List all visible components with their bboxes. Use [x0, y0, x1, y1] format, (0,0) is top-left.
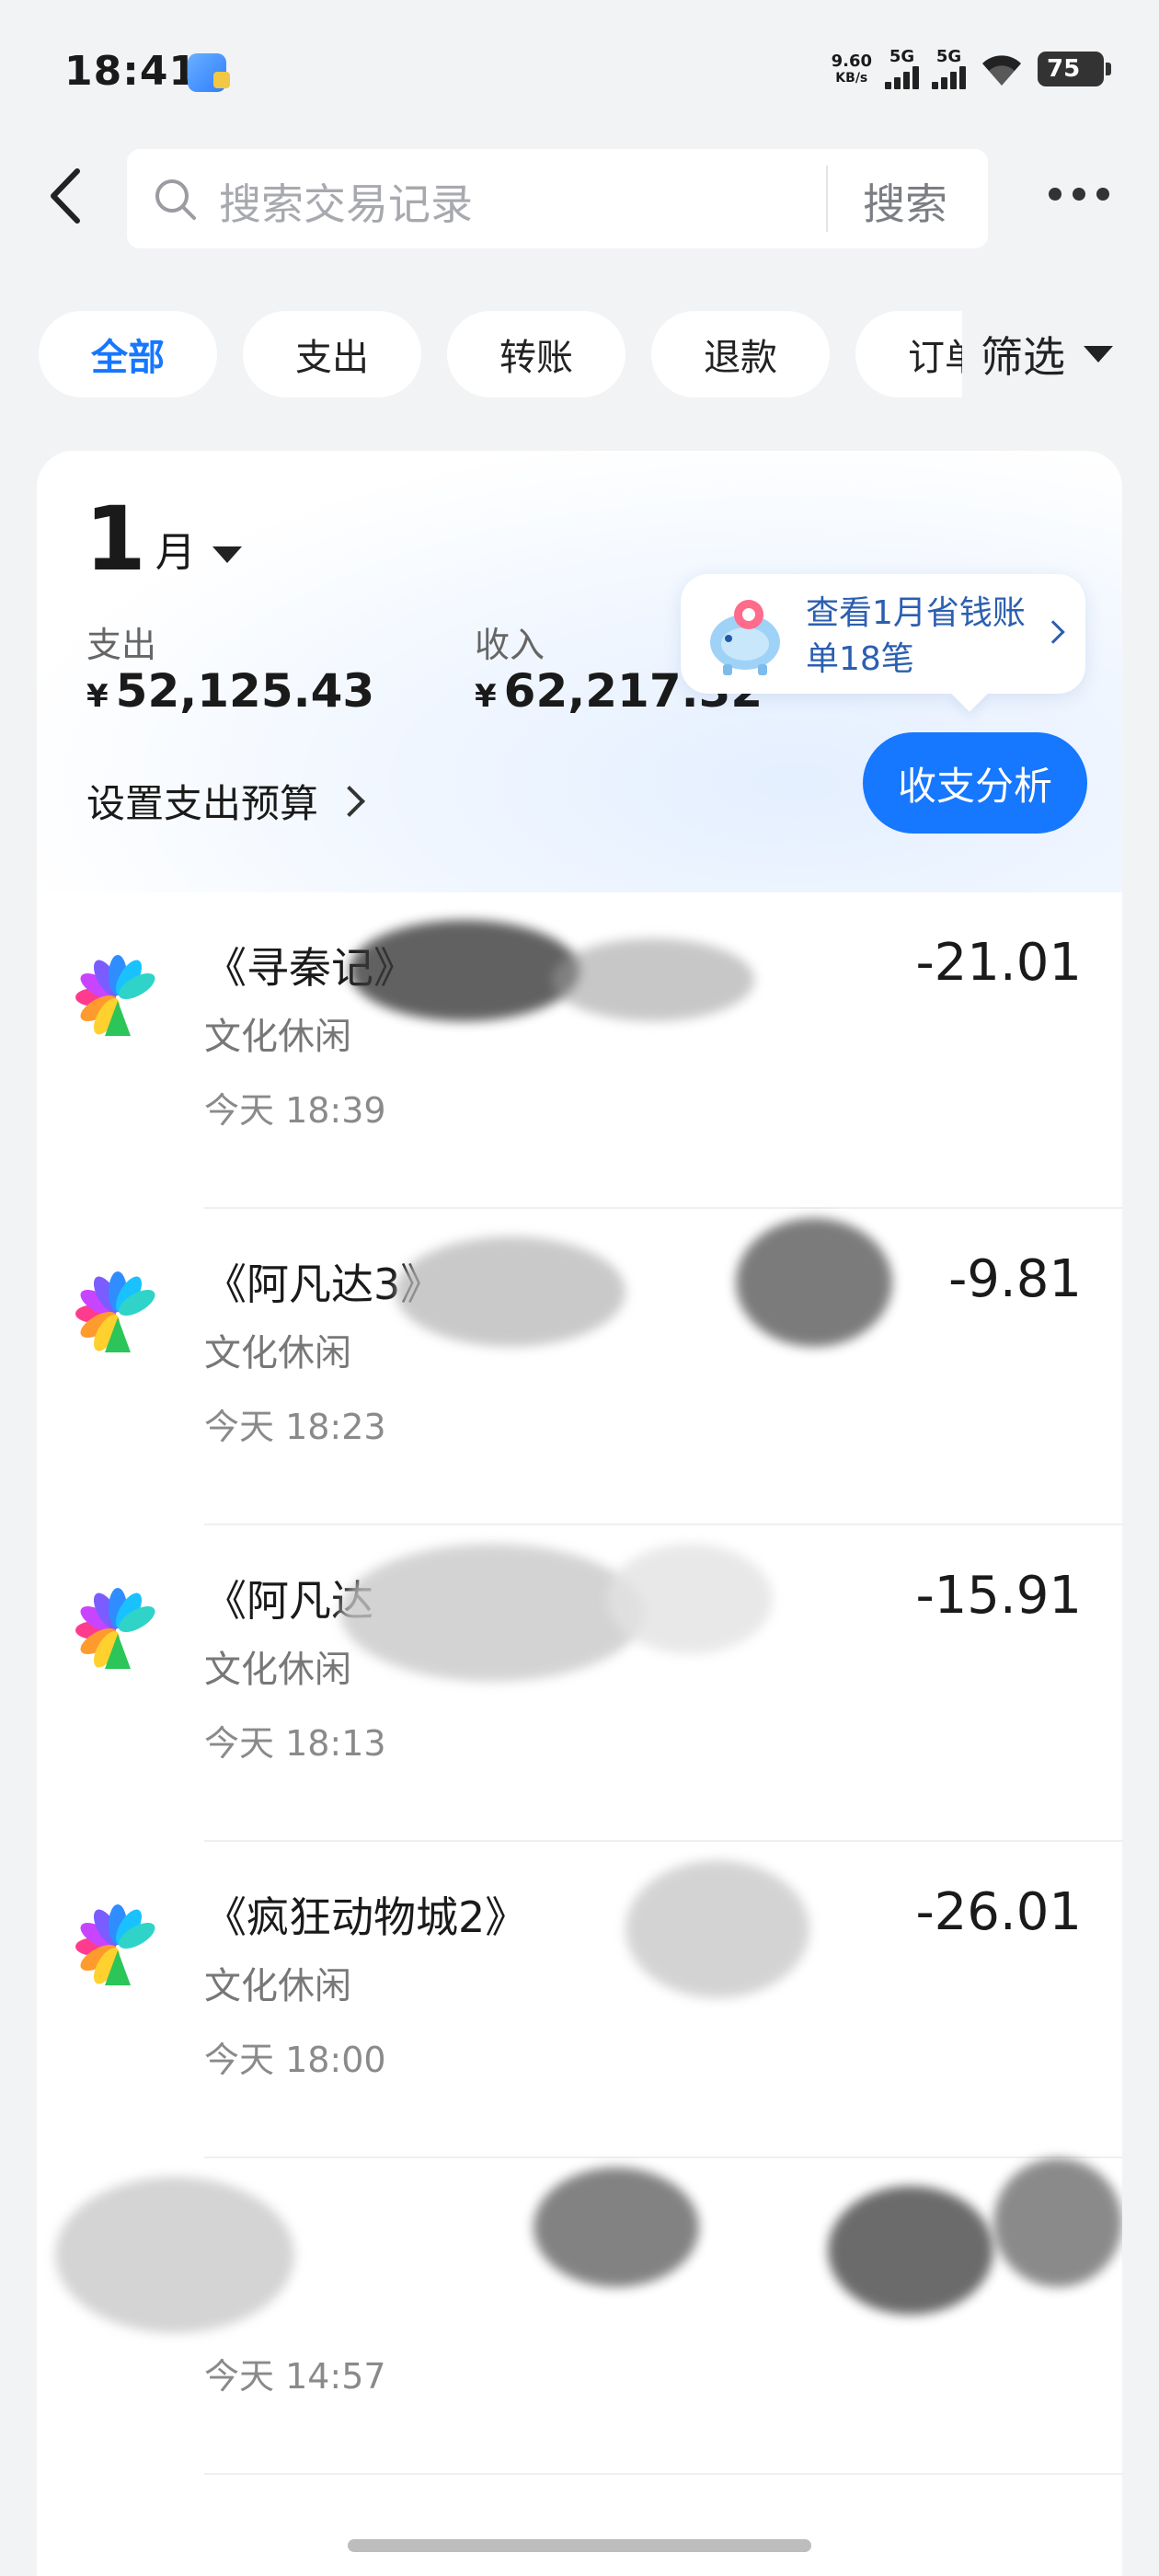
search-input[interactable]: 搜索交易记录	[219, 171, 473, 232]
income-label: 收入	[475, 625, 545, 665]
transaction-time: 今天 18:23	[204, 1407, 386, 1447]
status-icons: 9.60 KB/s 5G 5G 75	[831, 46, 1111, 92]
top-bar: 搜索交易记录 搜索	[0, 147, 1159, 248]
chevron-right-icon	[334, 785, 365, 817]
battery-icon: 75	[1038, 52, 1111, 86]
expense-total: ¥52,125.43	[86, 664, 375, 718]
more-options-icon[interactable]	[1049, 188, 1109, 201]
chip-refund[interactable]: 退款	[651, 311, 830, 397]
status-time: 18:41	[64, 48, 199, 95]
wifi-icon	[982, 55, 1021, 86]
income-expense-analysis-button[interactable]: 收支分析	[863, 732, 1087, 834]
redaction-scribble	[993, 2158, 1122, 2287]
sim1-signal-icon: 5G	[885, 49, 919, 89]
status-bar: 18:41 9.60 KB/s 5G 5G 75	[0, 0, 1159, 138]
transaction-amount: -26.01	[915, 1882, 1082, 1942]
dropdown-triangle-icon	[1084, 346, 1113, 362]
filter-chips: 全部 支出 转账 退款 订单 筛选	[0, 311, 1159, 397]
transaction-row[interactable]: 《疯狂动物城2》 文化休闲 今天 18:00 -26.01	[37, 1842, 1122, 2158]
transaction-row[interactable]: 《阿凡达 文化休闲 今天 18:13 -15.91	[37, 1525, 1122, 1842]
redaction-scribble	[552, 938, 754, 1021]
search-divider	[826, 166, 828, 232]
redaction-scribble	[340, 1544, 644, 1682]
transaction-title: 《疯狂动物城2》	[204, 1892, 528, 1942]
transaction-time: 今天 14:57	[204, 2356, 386, 2397]
redaction-scribble	[736, 1218, 892, 1347]
set-budget-link[interactable]: 设置支出预算	[86, 773, 365, 829]
transaction-amount: -9.81	[948, 1249, 1082, 1309]
transaction-category: 文化休闲	[204, 1332, 351, 1374]
filter-button[interactable]: 筛选	[962, 311, 1159, 397]
transaction-time: 今天 18:39	[204, 1090, 386, 1131]
transaction-category: 文化休闲	[204, 1649, 351, 1691]
search-bar[interactable]: 搜索交易记录 搜索	[127, 149, 988, 248]
chevron-right-icon	[1041, 620, 1065, 644]
redaction-scribble	[828, 2186, 993, 2315]
chip-expense[interactable]: 支出	[243, 311, 421, 397]
notification-app-icon	[188, 53, 230, 92]
back-arrow-icon[interactable]	[37, 164, 101, 228]
movie-ticket-app-icon	[75, 955, 155, 1036]
transaction-row[interactable]: 今天 14:57	[37, 2158, 1122, 2475]
savings-bill-promo[interactable]: 查看1月省钱账单18笔	[681, 574, 1085, 694]
movie-ticket-app-icon	[75, 1271, 155, 1352]
redaction-scribble	[350, 920, 580, 1021]
transaction-category: 文化休闲	[204, 1965, 351, 2007]
month-selector[interactable]: 1 月	[85, 495, 242, 583]
transactions-card: 1 月 支出 ¥52,125.43 收入 ¥62,217.32 查看1月省钱账单…	[37, 451, 1122, 2576]
search-icon	[155, 179, 196, 220]
transaction-time: 今天 18:13	[204, 1723, 386, 1764]
transaction-row[interactable]: 《阿凡达3》 文化休闲 今天 18:23 -9.81	[37, 1209, 1122, 1525]
network-speed: 9.60 KB/s	[831, 52, 872, 86]
chip-all[interactable]: 全部	[39, 311, 217, 397]
sim2-signal-icon: 5G	[932, 49, 966, 89]
search-button[interactable]: 搜索	[863, 171, 947, 232]
transaction-amount: -21.01	[915, 933, 1082, 993]
chip-transfer[interactable]: 转账	[447, 311, 625, 397]
transaction-time: 今天 18:00	[204, 2040, 386, 2080]
monthly-summary: 1 月 支出 ¥52,125.43 收入 ¥62,217.32 查看1月省钱账单…	[37, 451, 1122, 892]
promo-text: 查看1月省钱账单18笔	[806, 594, 1026, 678]
piggy-bank-icon	[710, 600, 780, 675]
transaction-amount: -15.91	[915, 1566, 1082, 1626]
transaction-category: 文化休闲	[204, 1016, 351, 1058]
redaction-scribble	[625, 1860, 809, 1998]
dropdown-triangle-icon	[212, 546, 242, 563]
home-indicator[interactable]	[348, 2539, 811, 2552]
redaction-scribble	[534, 2168, 699, 2287]
redaction-scribble	[396, 1236, 625, 1347]
movie-ticket-app-icon	[75, 1588, 155, 1669]
redaction-scribble	[55, 2177, 294, 2333]
expense-label: 支出	[86, 625, 157, 665]
redaction-scribble	[607, 1544, 773, 1654]
movie-ticket-app-icon	[75, 1904, 155, 1985]
transaction-row[interactable]: 《寻秦记》 文化休闲 今天 18:39 -21.01	[37, 892, 1122, 1209]
